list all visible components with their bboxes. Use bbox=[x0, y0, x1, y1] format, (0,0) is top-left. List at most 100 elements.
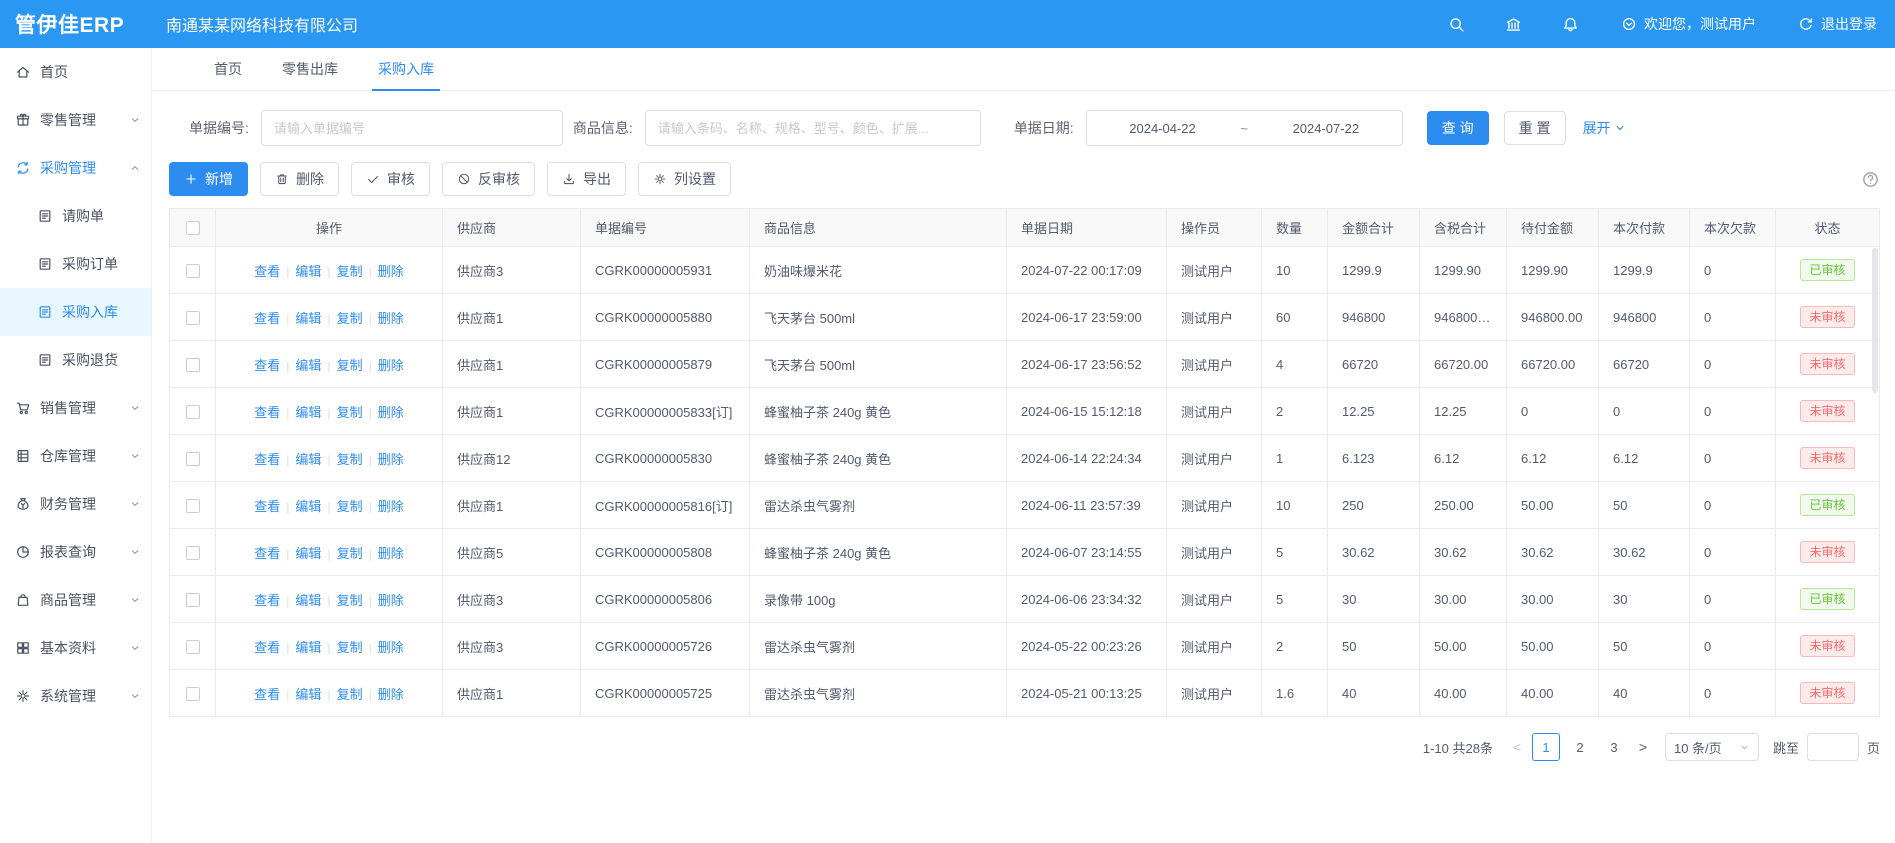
expand-link[interactable]: 展开 bbox=[1583, 118, 1626, 138]
row-action-view[interactable]: 查看 bbox=[254, 452, 280, 467]
table-scrollbar[interactable] bbox=[1872, 248, 1878, 393]
sidebar-item-home[interactable]: 首页 bbox=[0, 48, 151, 96]
row-action-copy[interactable]: 复制 bbox=[337, 687, 363, 702]
prev-page-button[interactable]: < bbox=[1505, 733, 1529, 761]
sidebar-item-retail[interactable]: 零售管理 bbox=[0, 96, 151, 144]
sidebar-item-finance[interactable]: 财务管理 bbox=[0, 480, 151, 528]
row-action-delete[interactable]: 删除 bbox=[378, 264, 404, 279]
date-range-picker[interactable]: 2024-04-22 ~ 2024-07-22 bbox=[1086, 110, 1403, 146]
sidebar-item-report[interactable]: 报表查询 bbox=[0, 528, 151, 576]
sidebar-item-basic[interactable]: 基本资料 bbox=[0, 624, 151, 672]
row-action-delete[interactable]: 删除 bbox=[378, 452, 404, 467]
next-page-button[interactable]: > bbox=[1631, 733, 1655, 761]
cell-tax_total: 1299.90 bbox=[1420, 247, 1507, 294]
audit-button[interactable]: 审核 bbox=[351, 162, 430, 196]
row-action-delete[interactable]: 删除 bbox=[378, 640, 404, 655]
row-action-edit[interactable]: 编辑 bbox=[295, 546, 321, 561]
delete-button[interactable]: 删除 bbox=[260, 162, 339, 196]
row-action-view[interactable]: 查看 bbox=[254, 405, 280, 420]
row-action-view[interactable]: 查看 bbox=[254, 687, 280, 702]
row-action-edit[interactable]: 编辑 bbox=[295, 593, 321, 608]
row-checkbox[interactable] bbox=[186, 640, 200, 654]
row-action-delete[interactable]: 删除 bbox=[378, 358, 404, 373]
row-action-delete[interactable]: 删除 bbox=[378, 687, 404, 702]
row-checkbox[interactable] bbox=[186, 499, 200, 513]
row-action-copy[interactable]: 复制 bbox=[337, 640, 363, 655]
row-action-copy[interactable]: 复制 bbox=[337, 358, 363, 373]
row-action-edit[interactable]: 编辑 bbox=[295, 358, 321, 373]
data-table: 操作供应商单据编号商品信息单据日期操作员数量金额合计含税合计待付金额本次付款本次… bbox=[169, 208, 1880, 717]
row-action-copy[interactable]: 复制 bbox=[337, 452, 363, 467]
export-button[interactable]: 导出 bbox=[547, 162, 626, 196]
cell-payable: 30.00 bbox=[1507, 576, 1599, 623]
row-checkbox[interactable] bbox=[186, 687, 200, 701]
bank-icon[interactable] bbox=[1505, 16, 1522, 33]
row-action-view[interactable]: 查看 bbox=[254, 593, 280, 608]
row-action-copy[interactable]: 复制 bbox=[337, 546, 363, 561]
sidebar-item-product[interactable]: 商品管理 bbox=[0, 576, 151, 624]
sidebar-item-warehouse[interactable]: 仓库管理 bbox=[0, 432, 151, 480]
query-button[interactable]: 查 询 bbox=[1427, 111, 1489, 145]
row-action-edit[interactable]: 编辑 bbox=[295, 311, 321, 326]
row-action-edit[interactable]: 编辑 bbox=[295, 264, 321, 279]
row-action-copy[interactable]: 复制 bbox=[337, 311, 363, 326]
tab-retail-outbound[interactable]: 零售出库 bbox=[262, 48, 358, 90]
sidebar-item-system[interactable]: 系统管理 bbox=[0, 672, 151, 720]
user-menu[interactable]: 欢迎您，测试用户 bbox=[1621, 14, 1756, 34]
sidebar-item-sales[interactable]: 销售管理 bbox=[0, 384, 151, 432]
order-no-input[interactable] bbox=[261, 110, 563, 146]
row-action-edit[interactable]: 编辑 bbox=[295, 687, 321, 702]
columns-button[interactable]: 列设置 bbox=[638, 162, 731, 196]
row-checkbox[interactable] bbox=[186, 546, 200, 560]
row-action-view[interactable]: 查看 bbox=[254, 640, 280, 655]
jump-page-input[interactable] bbox=[1807, 733, 1859, 761]
sidebar-item-purchase[interactable]: 采购管理 bbox=[0, 144, 151, 192]
row-action-view[interactable]: 查看 bbox=[254, 499, 280, 514]
search-icon[interactable] bbox=[1448, 16, 1465, 33]
row-action-delete[interactable]: 删除 bbox=[378, 499, 404, 514]
row-checkbox[interactable] bbox=[186, 452, 200, 466]
row-action-view[interactable]: 查看 bbox=[254, 358, 280, 373]
row-checkbox[interactable] bbox=[186, 264, 200, 278]
sidebar-item-purchase-return[interactable]: 采购退货 bbox=[0, 336, 151, 384]
page-button-2[interactable]: 2 bbox=[1566, 733, 1594, 761]
row-action-delete[interactable]: 删除 bbox=[378, 311, 404, 326]
row-action-copy[interactable]: 复制 bbox=[337, 264, 363, 279]
row-action-delete[interactable]: 删除 bbox=[378, 593, 404, 608]
divider: | bbox=[369, 265, 372, 279]
bell-icon[interactable] bbox=[1562, 16, 1579, 33]
row-action-copy[interactable]: 复制 bbox=[337, 499, 363, 514]
row-action-copy[interactable]: 复制 bbox=[337, 593, 363, 608]
logout-button[interactable]: 退出登录 bbox=[1798, 14, 1877, 34]
row-action-edit[interactable]: 编辑 bbox=[295, 640, 321, 655]
row-checkbox[interactable] bbox=[186, 405, 200, 419]
row-action-copy[interactable]: 复制 bbox=[337, 405, 363, 420]
row-action-view[interactable]: 查看 bbox=[254, 264, 280, 279]
date-to[interactable]: 2024-07-22 bbox=[1250, 121, 1402, 136]
tab-home[interactable]: 首页 bbox=[194, 48, 262, 90]
row-action-view[interactable]: 查看 bbox=[254, 311, 280, 326]
page-size-select[interactable]: 10 条/页 bbox=[1665, 733, 1759, 761]
row-checkbox[interactable] bbox=[186, 593, 200, 607]
row-action-view[interactable]: 查看 bbox=[254, 546, 280, 561]
page-button-1[interactable]: 1 bbox=[1532, 733, 1560, 761]
help-icon[interactable] bbox=[1861, 170, 1880, 189]
reset-button[interactable]: 重 置 bbox=[1504, 111, 1566, 145]
product-info-input[interactable] bbox=[645, 110, 981, 146]
row-action-edit[interactable]: 编辑 bbox=[295, 452, 321, 467]
row-action-edit[interactable]: 编辑 bbox=[295, 499, 321, 514]
row-action-delete[interactable]: 删除 bbox=[378, 405, 404, 420]
row-checkbox[interactable] bbox=[186, 358, 200, 372]
sidebar-item-purchase-request[interactable]: 请购单 bbox=[0, 192, 151, 240]
add-button[interactable]: 新增 bbox=[169, 162, 248, 196]
page-button-3[interactable]: 3 bbox=[1600, 733, 1628, 761]
select-all-checkbox[interactable] bbox=[186, 221, 200, 235]
sidebar-item-purchase-order[interactable]: 采购订单 bbox=[0, 240, 151, 288]
sidebar-item-purchase-inbound[interactable]: 采购入库 bbox=[0, 288, 151, 336]
tab-purchase-inbound[interactable]: 采购入库 bbox=[358, 48, 454, 90]
row-action-delete[interactable]: 删除 bbox=[378, 546, 404, 561]
row-action-edit[interactable]: 编辑 bbox=[295, 405, 321, 420]
date-from[interactable]: 2024-04-22 bbox=[1087, 121, 1239, 136]
unaudit-button[interactable]: 反审核 bbox=[442, 162, 535, 196]
row-checkbox[interactable] bbox=[186, 311, 200, 325]
